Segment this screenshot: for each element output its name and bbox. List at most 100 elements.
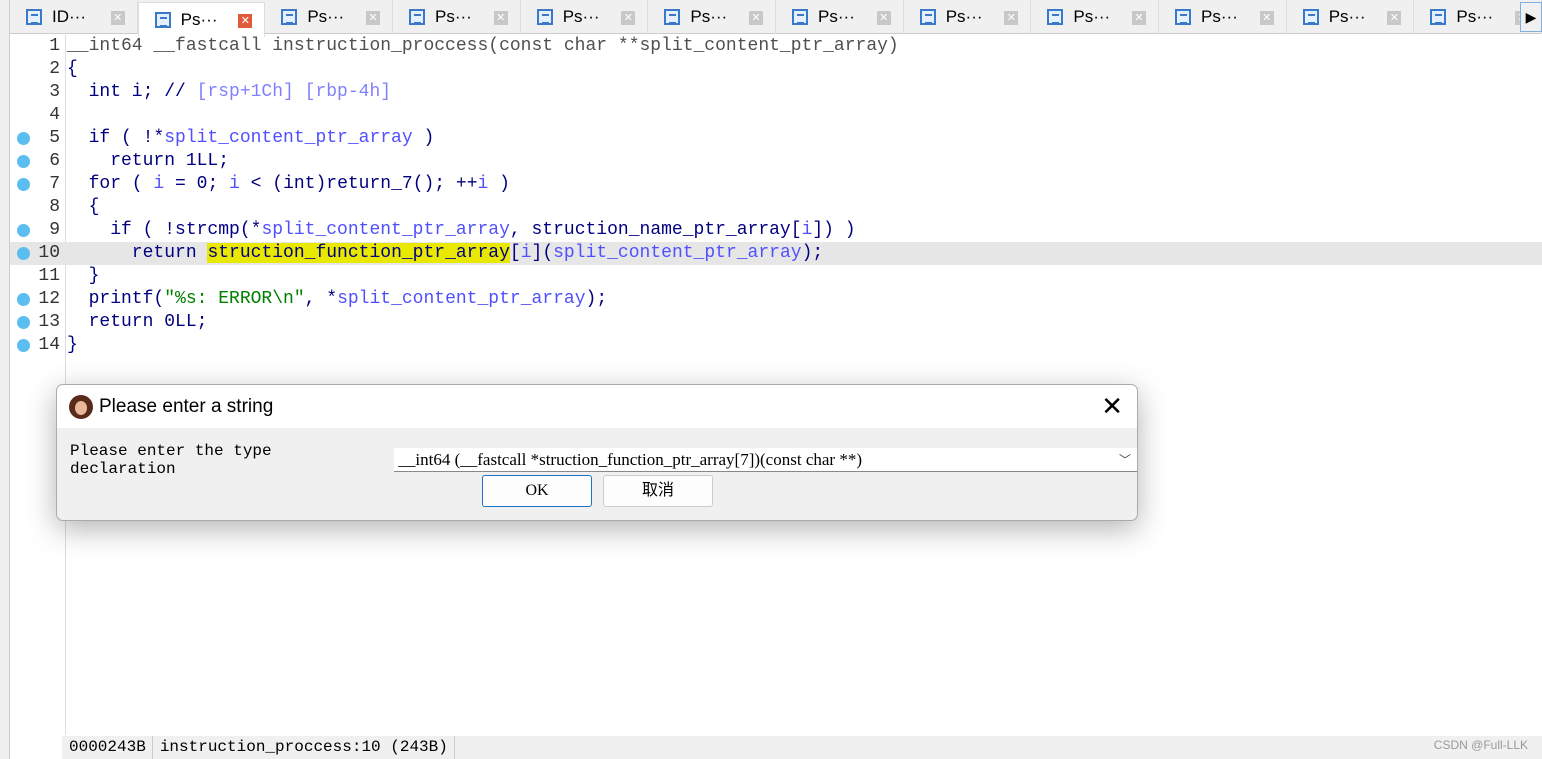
code-token: printf( [67,289,165,309]
close-icon[interactable]: ✕ [1101,393,1123,419]
code-token: split_content_ptr_array [261,220,510,240]
code-token: split_content_ptr_array [337,289,586,309]
code-line[interactable]: 3 int i; // [rsp+1Ch] [rbp-4h] [10,81,1542,104]
line-number: 14 [38,335,60,355]
code-line[interactable]: 13 return 0LL; [10,311,1542,334]
code-text: } [67,334,78,357]
line-number: 2 [49,59,60,79]
pseudocode-icon [792,9,809,25]
line-number: 6 [49,151,60,171]
close-icon[interactable]: ✕ [1387,11,1402,25]
code-token: return [67,243,208,263]
tab-7[interactable]: Ps··· ✕ [904,0,1032,34]
tab-label: Ps··· [435,7,472,26]
code-text: int i; // [rsp+1Ch] [rbp-4h] [67,81,391,104]
code-token: ); [585,289,608,309]
code-text: { [67,58,78,81]
close-icon[interactable]: ✕ [238,14,253,28]
tab-3[interactable]: Ps··· ✕ [393,0,521,34]
pseudocode-icon [154,12,171,28]
line-number: 12 [38,289,60,309]
dialog-titlebar: Please enter a string ✕ [57,385,1137,428]
tab-scroll-right-button[interactable]: ▶ [1520,2,1542,32]
pseudocode-icon [1175,9,1192,25]
pseudocode-view[interactable]: 1 __int64 __fastcall instruction_proccess… [10,35,1542,357]
prompt-label: Please enter the type declaration [70,442,272,478]
code-line[interactable]: 12 printf("%s: ERROR\n", *split_content_… [10,288,1542,311]
code-token: int i; // [67,82,197,102]
code-text: } [67,265,100,288]
tab-label: Ps··· [562,7,600,26]
tab-6[interactable]: Ps··· ✕ [776,0,904,34]
code-line[interactable]: 2{ [10,58,1542,81]
code-token: struction_function_ptr_array [207,243,510,263]
tab-8[interactable]: Ps··· ✕ [1031,0,1160,34]
close-icon[interactable]: ✕ [1004,11,1019,25]
line-number: 10 [38,243,60,263]
tab-10[interactable]: Ps··· ✕ [1287,0,1415,34]
tab-label: Ps··· [1456,7,1494,26]
chevron-down-icon[interactable]: ﹀ [1119,448,1131,472]
line-number: 7 [49,174,60,194]
close-icon[interactable]: ✕ [366,11,381,25]
code-token: , * [304,289,338,309]
code-text: __int64 __fastcall instruction_proccess(… [67,35,899,58]
cancel-button[interactable]: 取消 [603,475,713,507]
input-value: __int64 (__fastcall *struction_function_… [398,450,862,469]
pseudocode-icon [919,9,936,25]
code-token: if ( !strcmp(* [67,220,262,240]
close-icon[interactable]: ✕ [621,11,636,25]
tab-4[interactable]: Ps··· ✕ [521,0,649,34]
code-line[interactable]: 7 for ( i = 0; i < (int)return_7(); ++i … [10,173,1542,196]
code-line[interactable]: 1 __int64 __fastcall instruction_proccess… [10,35,1542,58]
status-bar: 0000243B instruction_proccess:10 (243B) [62,736,1542,759]
code-line[interactable]: 4 [10,104,1542,127]
code-line[interactable]: 10 return struction_function_ptr_array[i… [10,242,1542,265]
code-token: [rsp+1Ch] [rbp-4h] [196,82,392,102]
close-icon[interactable]: ✕ [749,11,764,25]
tab-label: ID··· [52,7,86,26]
pseudocode-icon [281,9,298,25]
code-token: } [67,266,100,286]
code-line[interactable]: 8 { [10,196,1542,219]
close-icon[interactable]: ✕ [1259,11,1274,25]
tab-1[interactable]: Ps··· ✕ [137,2,266,37]
code-line[interactable]: 11 } [10,265,1542,288]
code-text: return 1LL; [67,150,229,173]
line-number: 8 [49,197,60,217]
code-token: __int64 __fastcall instruction_proccess(… [67,36,899,56]
line-number: 13 [38,312,60,332]
code-token: [ [509,243,521,263]
line-number: 3 [49,82,60,102]
code-line[interactable]: 6 return 1LL; [10,150,1542,173]
tab-5[interactable]: Ps··· ✕ [648,0,777,34]
code-line[interactable]: 9 if ( !strcmp(*split_content_ptr_array,… [10,219,1542,242]
code-token: ]) ) [812,220,856,240]
code-token: ); [801,243,824,263]
tab-label: Ps··· [818,7,855,26]
code-token: { [67,197,100,217]
code-line[interactable]: 5 if ( !*split_content_ptr_array ) [10,127,1542,150]
code-token: i [229,174,240,194]
code-text: if ( !*split_content_ptr_array ) [67,127,435,150]
tab-bar: ID··· ✕ Ps··· ✕ Ps··· ✕ Ps··· ✕ Ps··· ✕ Ps··· ✕ Ps··… [10,0,1542,37]
dialog-title: Please enter a string [99,395,274,417]
code-token: = 0; [164,174,230,194]
code-line[interactable]: 14} [10,334,1542,357]
tab-9[interactable]: Ps··· ✕ [1159,0,1287,34]
tab-label: Ps··· [1073,7,1111,26]
tab-2[interactable]: Ps··· ✕ [265,0,394,34]
close-icon[interactable]: ✕ [876,11,891,25]
code-token: { [67,59,78,79]
line-number: 4 [49,105,60,125]
type-declaration-input[interactable]: __int64 (__fastcall *struction_function_… [394,448,1137,472]
code-token: "%s: ERROR\n" [164,289,305,309]
close-icon[interactable]: ✕ [1132,11,1147,25]
ok-button[interactable]: OK [482,475,592,507]
tab-label: Ps··· [1201,7,1238,26]
code-text: return 0LL; [67,311,208,334]
watermark: CSDN @Full-LLK [1433,738,1528,752]
tab-0[interactable]: ID··· ✕ [10,0,138,34]
close-icon[interactable]: ✕ [110,11,125,25]
close-icon[interactable]: ✕ [493,11,508,25]
